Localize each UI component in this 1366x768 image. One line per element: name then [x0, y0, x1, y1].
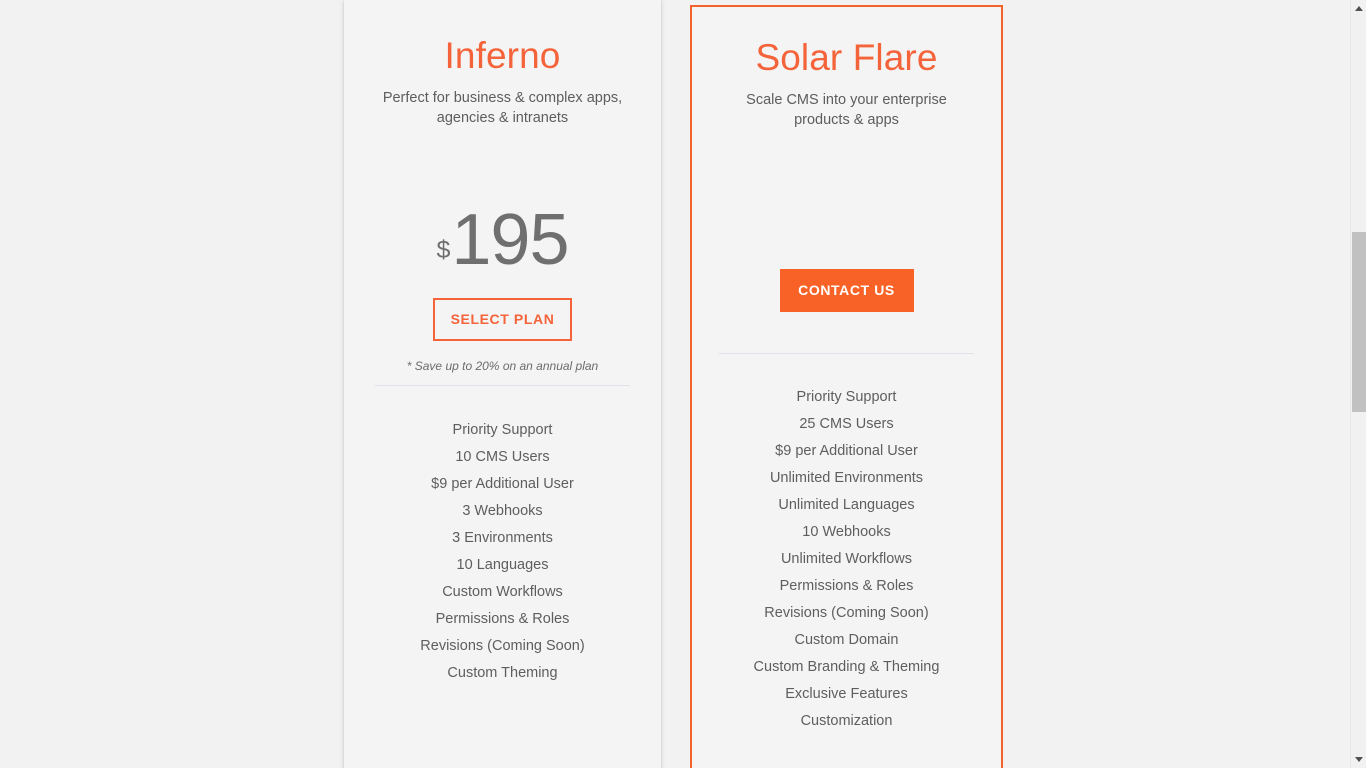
plan-name-inferno: Inferno — [444, 35, 561, 76]
plan-price-inferno: $ 195 — [344, 164, 661, 276]
list-item: Permissions & Roles — [435, 610, 570, 627]
list-item: Revisions (Coming Soon) — [420, 637, 585, 654]
list-item: Exclusive Features — [785, 685, 908, 702]
list-item: $9 per Additional User — [431, 475, 574, 492]
list-item: 10 Webhooks — [802, 523, 891, 540]
plan-tagline-inferno: Perfect for business & complex apps, age… — [382, 89, 623, 126]
list-item: Custom Domain — [794, 631, 899, 648]
list-item: Revisions (Coming Soon) — [764, 604, 929, 621]
list-item: 10 Languages — [456, 556, 549, 573]
list-item: Permissions & Roles — [779, 577, 914, 594]
scroll-down-arrow-icon[interactable] — [1351, 751, 1366, 768]
scrollbar-thumb[interactable] — [1352, 232, 1366, 412]
annual-discount-note: * Save up to 20% on an annual plan — [406, 358, 599, 373]
list-item: Unlimited Environments — [769, 469, 924, 486]
pricing-page: Inferno Perfect for business & complex a… — [0, 0, 1366, 768]
vertical-scrollbar[interactable] — [1350, 0, 1366, 768]
select-plan-button[interactable]: SELECT PLAN — [433, 297, 572, 341]
list-item: Custom Theming — [447, 664, 558, 681]
card-inner: Inferno Perfect for business & complex a… — [344, 0, 661, 687]
list-item: Customization — [800, 712, 893, 729]
feature-list-solar-flare: Priority Support 25 CMS Users $9 per Add… — [692, 354, 1001, 735]
list-item: $9 per Additional User — [775, 442, 918, 459]
list-item: 10 CMS Users — [455, 448, 550, 465]
list-item: 25 CMS Users — [799, 415, 894, 432]
plan-tagline-solar-flare: Scale CMS into your enterprise products … — [746, 91, 947, 128]
list-item: 3 Environments — [452, 529, 553, 546]
cta-wrapper: CONTACT US — [692, 268, 1001, 312]
card-inner: Solar Flare Scale CMS into your enterpri… — [692, 7, 1001, 735]
cta-wrapper: SELECT PLAN — [344, 297, 661, 341]
list-item: Custom Branding & Theming — [753, 658, 940, 675]
list-item: Unlimited Workflows — [780, 550, 913, 567]
feature-list-inferno: Priority Support 10 CMS Users $9 per Add… — [344, 386, 661, 687]
list-item: Unlimited Languages — [778, 496, 915, 513]
pricing-card-solar-flare: Solar Flare Scale CMS into your enterpri… — [690, 5, 1003, 768]
contact-us-button[interactable]: CONTACT US — [779, 268, 914, 312]
list-item: 3 Webhooks — [462, 502, 543, 519]
pricing-card-inferno: Inferno Perfect for business & complex a… — [344, 0, 661, 768]
scroll-up-arrow-icon[interactable] — [1351, 0, 1366, 17]
price-amount: 195 — [451, 199, 569, 280]
list-item: Priority Support — [796, 388, 897, 405]
plan-name-solar-flare: Solar Flare — [755, 37, 938, 78]
price-currency-symbol: $ — [436, 235, 451, 264]
list-item: Priority Support — [452, 421, 553, 438]
list-item: Custom Workflows — [442, 583, 563, 600]
